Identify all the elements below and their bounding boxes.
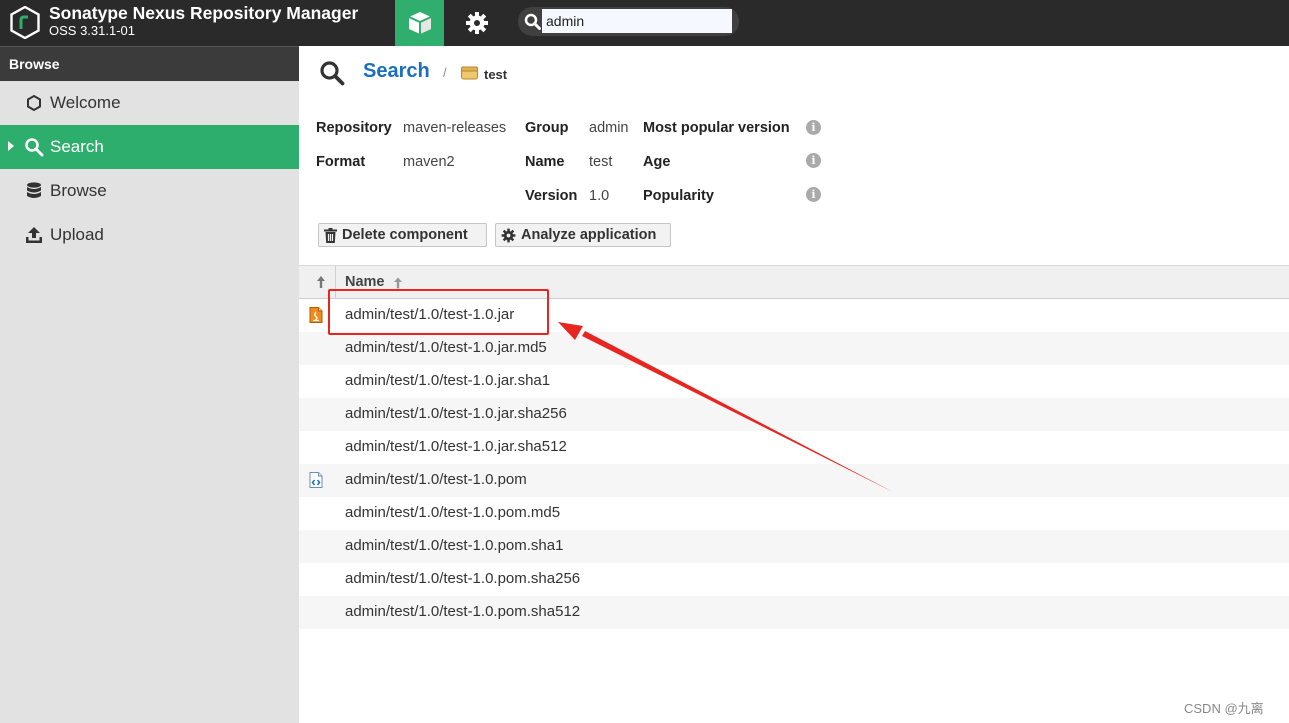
browse-mode-button[interactable]: [395, 0, 444, 46]
asset-name[interactable]: admin/test/1.0/test-1.0.jar.sha1: [345, 372, 550, 389]
gear-icon: [501, 228, 516, 242]
table-row[interactable]: admin/test/1.0/test-1.0.pom: [299, 464, 1289, 497]
sidebar-item-upload[interactable]: Upload: [0, 213, 299, 257]
main-panel: Search / test Repository maven-releases …: [299, 46, 1289, 723]
gear-icon: [466, 12, 488, 34]
sidebar-item-label: Upload: [50, 225, 104, 244]
sidebar-item-label: Search: [50, 137, 104, 156]
sidebar-item-search[interactable]: Search: [0, 125, 299, 169]
asset-name[interactable]: admin/test/1.0/test-1.0.pom.sha512: [345, 603, 580, 620]
breadcrumb-component: test: [484, 67, 508, 82]
sidebar-item-label: Browse: [50, 181, 107, 200]
sidebar: Browse Welcome Search Browse Upload: [0, 46, 299, 723]
jar-icon: [309, 307, 323, 323]
most-popular-version-label: Most popular version: [643, 120, 790, 136]
nexus-logo-icon: [10, 6, 40, 39]
app-title: Sonatype Nexus Repository Manager: [49, 3, 359, 23]
search-icon: [320, 61, 345, 86]
sort-arrow-icon[interactable]: [315, 275, 327, 289]
column-header-name[interactable]: Name: [345, 274, 385, 290]
sort-ascending-icon[interactable]: [393, 277, 403, 289]
sidebar-item-browse[interactable]: Browse: [0, 169, 299, 213]
popularity-label: Popularity: [643, 188, 714, 204]
table-row[interactable]: admin/test/1.0/test-1.0.jar.md5: [299, 332, 1289, 365]
top-bar: Sonatype Nexus Repository Manager OSS 3.…: [0, 0, 1289, 46]
format-value: maven2: [403, 154, 455, 170]
search-input[interactable]: [542, 9, 732, 33]
repository-label: Repository: [316, 120, 392, 136]
delete-component-button[interactable]: Delete component: [318, 223, 487, 247]
global-search: [518, 7, 739, 36]
asset-name[interactable]: admin/test/1.0/test-1.0.pom.sha1: [345, 537, 563, 554]
expand-caret-icon: [8, 141, 14, 151]
version-value: 1.0: [589, 188, 610, 204]
search-icon: [524, 13, 541, 30]
sidebar-header: Browse: [0, 46, 299, 81]
search-icon: [25, 138, 44, 157]
database-icon: [27, 182, 41, 198]
table-row[interactable]: admin/test/1.0/test-1.0.pom.sha1: [299, 530, 1289, 563]
table-row[interactable]: admin/test/1.0/test-1.0.jar.sha256: [299, 398, 1289, 431]
trash-icon: [324, 227, 337, 243]
delete-component-label: Delete component: [342, 227, 468, 243]
cube-icon: [408, 12, 431, 34]
group-label: Group: [525, 120, 569, 136]
asset-name[interactable]: admin/test/1.0/test-1.0.jar.sha256: [345, 405, 567, 422]
version-label: Version: [525, 188, 578, 204]
sidebar-item-welcome[interactable]: Welcome: [0, 81, 299, 125]
asset-name[interactable]: admin/test/1.0/test-1.0.pom: [345, 471, 527, 488]
asset-name[interactable]: admin/test/1.0/test-1.0.pom.md5: [345, 504, 560, 521]
annotation-highlight-box: [328, 289, 549, 335]
table-row[interactable]: admin/test/1.0/test-1.0.pom.md5: [299, 497, 1289, 530]
analyze-application-button[interactable]: Analyze application: [495, 223, 671, 247]
table-row[interactable]: admin/test/1.0/test-1.0.jar.sha512: [299, 431, 1289, 464]
breadcrumb-search-link[interactable]: Search: [363, 60, 430, 83]
breadcrumb-separator: /: [443, 65, 447, 80]
upload-icon: [26, 227, 42, 243]
asset-name[interactable]: admin/test/1.0/test-1.0.jar.sha512: [345, 438, 567, 455]
name-value: test: [589, 154, 613, 170]
asset-name[interactable]: admin/test/1.0/test-1.0.pom.sha256: [345, 570, 580, 587]
format-label: Format: [316, 154, 366, 170]
repository-value: maven-releases: [403, 120, 507, 136]
info-icon[interactable]: i: [806, 153, 821, 168]
table-row[interactable]: admin/test/1.0/test-1.0.pom.sha256: [299, 563, 1289, 596]
info-icon[interactable]: i: [806, 187, 821, 202]
table-row[interactable]: admin/test/1.0/test-1.0.jar.sha1: [299, 365, 1289, 398]
age-label: Age: [643, 154, 671, 170]
app-version: OSS 3.31.1-01: [49, 23, 135, 38]
watermark: CSDN @九离: [1184, 701, 1264, 716]
table-row[interactable]: admin/test/1.0/test-1.0.pom.sha512: [299, 596, 1289, 629]
group-value: admin: [589, 120, 629, 136]
component-icon: [461, 66, 478, 80]
info-icon[interactable]: i: [806, 120, 821, 135]
analyze-application-label: Analyze application: [521, 227, 657, 243]
hexagon-icon: [27, 94, 41, 112]
sidebar-item-label: Welcome: [50, 93, 121, 112]
name-label: Name: [525, 154, 565, 170]
pom-icon: [309, 472, 323, 488]
admin-settings-button[interactable]: [455, 0, 499, 46]
asset-name[interactable]: admin/test/1.0/test-1.0.jar.md5: [345, 339, 547, 356]
